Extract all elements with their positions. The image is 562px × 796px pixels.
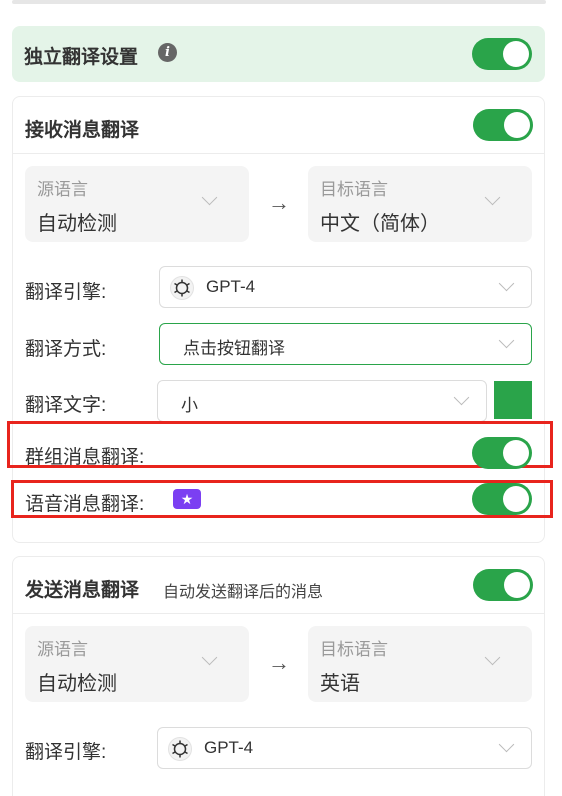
voice-translation-toggle[interactable] — [472, 483, 532, 515]
source-language-value: 自动检测 — [37, 673, 117, 695]
text-size-select[interactable]: 小 — [157, 380, 487, 422]
source-language-label: 源语言 — [37, 640, 88, 659]
chevron-down-icon — [484, 189, 501, 206]
send-translation-header: 发送消息翻译 自动发送翻译后的消息 — [13, 557, 544, 614]
send-translation-subtitle: 自动发送翻译后的消息 — [163, 584, 324, 601]
send-source-language-select[interactable]: 源语言 自动检测 — [25, 626, 249, 702]
text-size-label: 翻译文字: — [25, 395, 107, 416]
info-icon[interactable]: i — [158, 43, 177, 62]
chevron-down-icon — [498, 736, 515, 753]
chevron-down-icon — [498, 275, 515, 292]
mode-label: 翻译方式: — [25, 339, 107, 360]
mode-value: 点击按钮翻译 — [183, 339, 285, 358]
openai-icon — [170, 276, 194, 300]
group-translation-label: 群组消息翻译: — [25, 447, 145, 468]
top-divider — [12, 0, 546, 4]
text-color-swatch[interactable] — [494, 381, 532, 419]
receive-engine-select[interactable]: GPT-4 — [159, 266, 532, 308]
receive-source-language-select[interactable]: 源语言 自动检测 — [25, 166, 249, 242]
receive-target-language-select[interactable]: 目标语言 中文（简体） — [308, 166, 532, 242]
engine-value: GPT-4 — [206, 277, 256, 296]
chevron-down-icon — [201, 189, 218, 206]
target-language-value: 中文（简体） — [320, 213, 440, 235]
chevron-down-icon — [484, 649, 501, 666]
send-engine-value: GPT-4 — [204, 738, 254, 757]
openai-icon — [168, 737, 192, 761]
text-size-value: 小 — [181, 396, 198, 415]
source-language-value: 自动检测 — [37, 213, 117, 235]
independent-translation-title: 独立翻译设置 — [24, 47, 139, 68]
receive-translation-toggle[interactable] — [473, 109, 533, 141]
receive-translation-card: 接收消息翻译 — [12, 96, 545, 543]
receive-translation-title: 接收消息翻译 — [25, 120, 140, 141]
arrow-right-icon: → — [268, 190, 290, 215]
independent-translation-toggle[interactable] — [472, 38, 532, 70]
premium-star-icon: ★ — [173, 489, 201, 509]
chevron-down-icon — [498, 332, 515, 349]
source-language-label: 源语言 — [37, 180, 88, 199]
send-translation-title: 发送消息翻译 — [25, 580, 140, 601]
send-translation-toggle[interactable] — [473, 569, 533, 601]
send-engine-select[interactable]: GPT-4 — [157, 727, 532, 769]
send-target-language-select[interactable]: 目标语言 英语 — [308, 626, 532, 702]
target-language-label: 目标语言 — [320, 180, 388, 199]
chevron-down-icon — [453, 389, 470, 406]
engine-label: 翻译引擎: — [25, 282, 107, 303]
chevron-down-icon — [201, 649, 218, 666]
receive-mode-select[interactable]: 点击按钮翻译 — [159, 323, 532, 365]
independent-translation-card: 独立翻译设置 i — [12, 26, 545, 82]
target-language-label: 目标语言 — [320, 640, 388, 659]
target-language-value: 英语 — [320, 673, 360, 695]
receive-translation-header: 接收消息翻译 — [13, 97, 544, 154]
voice-translation-label: 语音消息翻译: — [25, 494, 145, 515]
arrow-right-icon: → — [268, 650, 290, 675]
send-engine-label: 翻译引擎: — [25, 742, 107, 763]
group-translation-toggle[interactable] — [472, 437, 532, 469]
